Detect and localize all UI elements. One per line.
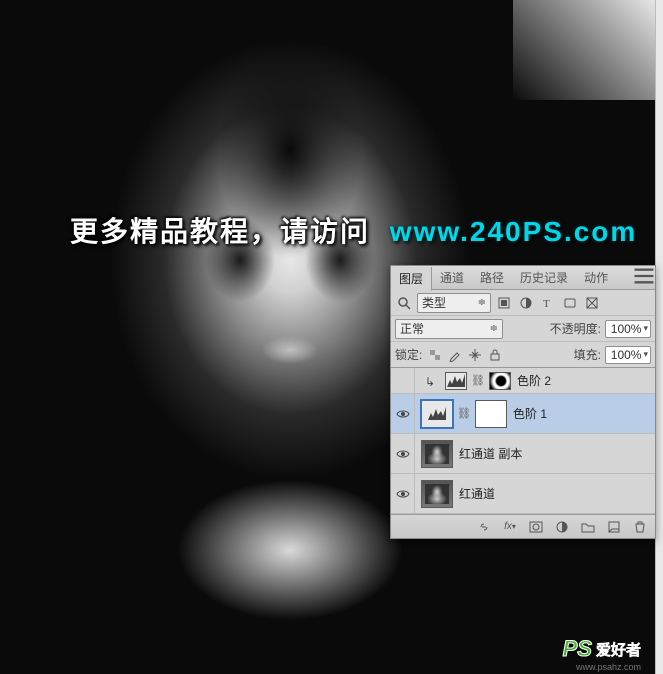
- blend-row: 正常 ≑ 不透明度: 100% ▾: [391, 316, 655, 342]
- new-adjustment-button[interactable]: [553, 518, 571, 536]
- link-icon[interactable]: ⛓: [473, 374, 483, 387]
- layer-name[interactable]: 红通道: [459, 485, 495, 502]
- lock-label: 锁定:: [395, 346, 422, 363]
- layer-mask-thumbnail[interactable]: [489, 372, 511, 390]
- layer-name[interactable]: 色阶 2: [517, 372, 551, 389]
- eye-icon: [396, 449, 410, 459]
- lock-transparent-icon[interactable]: [426, 346, 444, 364]
- link-icon[interactable]: ⛓: [459, 407, 469, 420]
- layer-mask-thumbnail[interactable]: [475, 400, 507, 428]
- filter-pixel-icon[interactable]: [495, 294, 513, 312]
- delete-layer-button[interactable]: [631, 518, 649, 536]
- layer-name[interactable]: 色阶 1: [513, 405, 547, 422]
- filter-type-icon[interactable]: T: [539, 294, 557, 312]
- panel-menu-button[interactable]: [633, 265, 655, 290]
- visibility-toggle[interactable]: [391, 474, 415, 513]
- ps-logo-suffix: 爱好者: [596, 639, 641, 660]
- ps-logo-text: PS: [563, 636, 592, 662]
- layers-panel: 图层 通道 路径 历史记录 动作 类型 ≑ T 正常 ≑ 不透明度: 100% …: [390, 265, 656, 539]
- photo-highlight: [513, 0, 663, 100]
- layer-thumbnail[interactable]: [421, 440, 453, 468]
- opacity-label: 不透明度:: [550, 320, 601, 337]
- visibility-toggle[interactable]: [391, 394, 415, 433]
- lock-all-icon[interactable]: [486, 346, 504, 364]
- menu-icon: [633, 265, 655, 287]
- layer-row-levels-1[interactable]: ⛓ 色阶 1: [391, 394, 655, 434]
- new-group-button[interactable]: [579, 518, 597, 536]
- layers-list: ↳ ⛓ 色阶 2 ⛓ 色阶 1: [391, 368, 655, 514]
- chevron-down-icon: ▾: [643, 349, 648, 360]
- lock-icon-group: [426, 346, 504, 364]
- fill-value: 100%: [611, 348, 642, 362]
- layer-row-red[interactable]: 红通道: [391, 474, 655, 514]
- filter-kind-value: 类型: [422, 294, 446, 311]
- layer-name[interactable]: 红通道 副本: [459, 445, 522, 462]
- tab-actions[interactable]: 动作: [576, 266, 616, 290]
- fx-button[interactable]: fx▾: [501, 518, 519, 536]
- watermark-part2: www.240PS.com: [390, 216, 638, 247]
- filter-row: 类型 ≑ T: [391, 290, 655, 316]
- visibility-toggle[interactable]: [391, 368, 415, 393]
- filter-adjust-icon[interactable]: [517, 294, 535, 312]
- blend-mode-value: 正常: [400, 320, 424, 337]
- tab-paths[interactable]: 路径: [472, 266, 512, 290]
- blend-mode-select[interactable]: 正常 ≑: [395, 319, 503, 339]
- watermark-part1: 更多精品教程，请访问: [70, 216, 370, 247]
- chevron-down-icon: ≑: [478, 297, 486, 308]
- filter-shape-icon[interactable]: [561, 294, 579, 312]
- layer-row-levels-2[interactable]: ↳ ⛓ 色阶 2: [391, 368, 655, 394]
- panel-tab-bar: 图层 通道 路径 历史记录 动作: [391, 266, 655, 290]
- tab-channels[interactable]: 通道: [432, 266, 472, 290]
- add-mask-button[interactable]: [527, 518, 545, 536]
- levels-icon: [446, 374, 466, 388]
- filter-kind-select[interactable]: 类型 ≑: [417, 293, 491, 313]
- lock-row: 锁定: 填充: 100% ▾: [391, 342, 655, 368]
- watermark-text: 更多精品教程，请访问 www.240PS.com: [70, 210, 637, 250]
- opacity-value: 100%: [611, 322, 642, 336]
- lock-position-icon[interactable]: [466, 346, 484, 364]
- tab-history[interactable]: 历史记录: [512, 266, 576, 290]
- new-layer-button[interactable]: [605, 518, 623, 536]
- chevron-down-icon: ▾: [643, 323, 648, 334]
- fill-label: 填充:: [574, 346, 601, 363]
- layer-thumbnail[interactable]: [421, 480, 453, 508]
- levels-icon: [427, 407, 447, 421]
- eye-icon: [396, 409, 410, 419]
- clip-indicator-icon: ↳: [421, 375, 439, 389]
- search-icon[interactable]: [395, 294, 413, 312]
- panel-footer: fx▾: [391, 514, 655, 538]
- chevron-down-icon: ≑: [490, 323, 498, 334]
- canvas-edge: [655, 0, 663, 674]
- adjustment-thumbnail[interactable]: [421, 400, 453, 428]
- adjustment-thumbnail[interactable]: [445, 372, 467, 390]
- opacity-input[interactable]: 100% ▾: [605, 320, 651, 338]
- eye-icon: [396, 489, 410, 499]
- visibility-toggle[interactable]: [391, 434, 415, 473]
- tab-layers[interactable]: 图层: [391, 267, 432, 291]
- link-layers-button[interactable]: [475, 518, 493, 536]
- corner-watermark-url: www.psahz.com: [576, 662, 641, 672]
- fill-input[interactable]: 100% ▾: [605, 346, 651, 364]
- filter-smart-icon[interactable]: [583, 294, 601, 312]
- layer-row-red-copy[interactable]: 红通道 副本: [391, 434, 655, 474]
- svg-text:T: T: [543, 298, 550, 310]
- corner-watermark: PS 爱好者: [563, 636, 641, 662]
- lock-pixels-icon[interactable]: [446, 346, 464, 364]
